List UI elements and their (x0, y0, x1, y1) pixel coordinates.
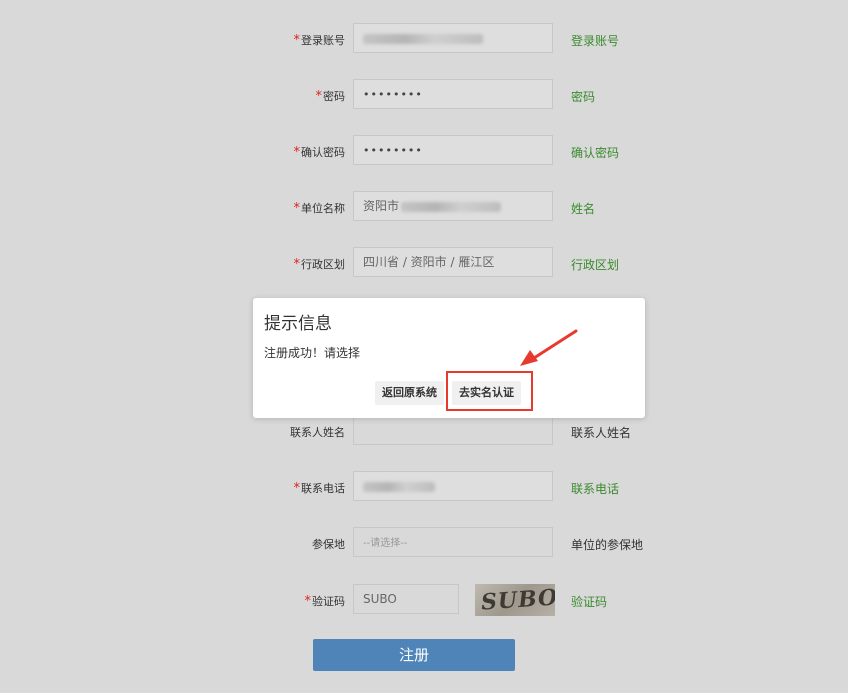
captcha-value: SUBO (363, 592, 397, 606)
contact-phone-label: *联系电话 (294, 480, 346, 496)
required-asterisk: * (293, 33, 301, 48)
admin-region-label-text: 行政区划 (301, 258, 345, 271)
login-account-input[interactable] (353, 23, 553, 53)
redacted-text (363, 33, 483, 44)
unit-name-label-text: 单位名称 (301, 202, 345, 215)
register-button[interactable]: 注册 (313, 639, 515, 671)
return-to-system-button[interactable]: 返回原系统 (375, 381, 444, 405)
captcha-image[interactable]: SUBO (475, 584, 555, 616)
redacted-text (363, 481, 435, 492)
insured-place-label-text: 参保地 (312, 538, 345, 551)
form-row-password: *密码 •••••••• 密码 (0, 79, 848, 111)
redacted-text (401, 201, 502, 212)
password-input[interactable]: •••••••• (353, 79, 553, 109)
contact-phone-label-text: 联系电话 (301, 482, 345, 495)
form-row-captcha: *验证码 SUBO SUBO 验证码 (0, 584, 848, 616)
required-asterisk: * (293, 481, 301, 496)
captcha-input[interactable]: SUBO (353, 584, 459, 614)
password-label-text: 密码 (323, 90, 345, 103)
required-asterisk: * (293, 145, 301, 160)
password-label: *密码 (316, 88, 346, 104)
form-row-login-account: *登录账号 登录账号 (0, 23, 848, 55)
admin-region-value: 四川省 / 资阳市 / 雁江区 (363, 255, 495, 269)
admin-region-input[interactable]: 四川省 / 资阳市 / 雁江区 (353, 247, 553, 277)
unit-name-label: *单位名称 (294, 200, 346, 216)
contact-name-hint: 联系人姓名 (571, 426, 632, 440)
insured-place-hint: 单位的参保地 (571, 538, 644, 552)
confirm-password-label: *确认密码 (294, 144, 346, 160)
unit-name-hint: 姓名 (571, 202, 596, 216)
contact-name-input[interactable] (353, 415, 553, 445)
login-account-hint: 登录账号 (571, 34, 620, 48)
required-asterisk: * (304, 594, 312, 609)
insured-place-label: 参保地 (312, 536, 345, 552)
password-mask: •••••••• (363, 144, 423, 157)
confirm-password-label-text: 确认密码 (301, 146, 345, 159)
form-row-confirm-password: *确认密码 •••••••• 确认密码 (0, 135, 848, 167)
required-asterisk: * (293, 257, 301, 272)
captcha-hint: 验证码 (571, 595, 608, 609)
form-row-contact-phone: *联系电话 联系电话 (0, 471, 848, 503)
login-account-label-text: 登录账号 (301, 34, 345, 47)
login-account-label: *登录账号 (294, 32, 346, 48)
captcha-text: SUBO (480, 584, 555, 616)
contact-phone-input[interactable] (353, 471, 553, 501)
form-row-unit-name: *单位名称 资阳市 姓名 (0, 191, 848, 223)
form-row-insured-place: 参保地 --请选择-- 单位的参保地 (0, 527, 848, 559)
required-asterisk: * (315, 89, 323, 104)
contact-name-label-text: 联系人姓名 (290, 426, 345, 439)
admin-region-label: *行政区划 (294, 256, 346, 272)
required-asterisk: * (293, 201, 301, 216)
admin-region-hint: 行政区划 (571, 258, 620, 272)
password-mask: •••••••• (363, 88, 423, 101)
insured-place-value: --请选择-- (363, 538, 408, 549)
dialog-title: 提示信息 (264, 314, 332, 334)
insured-place-select[interactable]: --请选择-- (353, 527, 553, 557)
unit-name-input[interactable]: 资阳市 (353, 191, 553, 221)
form-row-contact-name: 联系人姓名 联系人姓名 (0, 415, 848, 447)
contact-name-label: 联系人姓名 (290, 424, 345, 440)
captcha-label: *验证码 (305, 593, 346, 609)
confirm-password-input[interactable]: •••••••• (353, 135, 553, 165)
unit-name-value: 资阳市 (363, 199, 400, 213)
annotation-arrow-icon (520, 329, 578, 366)
annotation-highlight-box (446, 371, 533, 411)
confirm-password-hint: 确认密码 (571, 146, 620, 160)
form-row-admin-region: *行政区划 四川省 / 资阳市 / 雁江区 行政区划 (0, 247, 848, 279)
captcha-label-text: 验证码 (312, 595, 345, 608)
password-hint: 密码 (571, 90, 596, 104)
dialog-message: 注册成功！请选择 (264, 346, 361, 360)
contact-phone-hint: 联系电话 (571, 482, 620, 496)
